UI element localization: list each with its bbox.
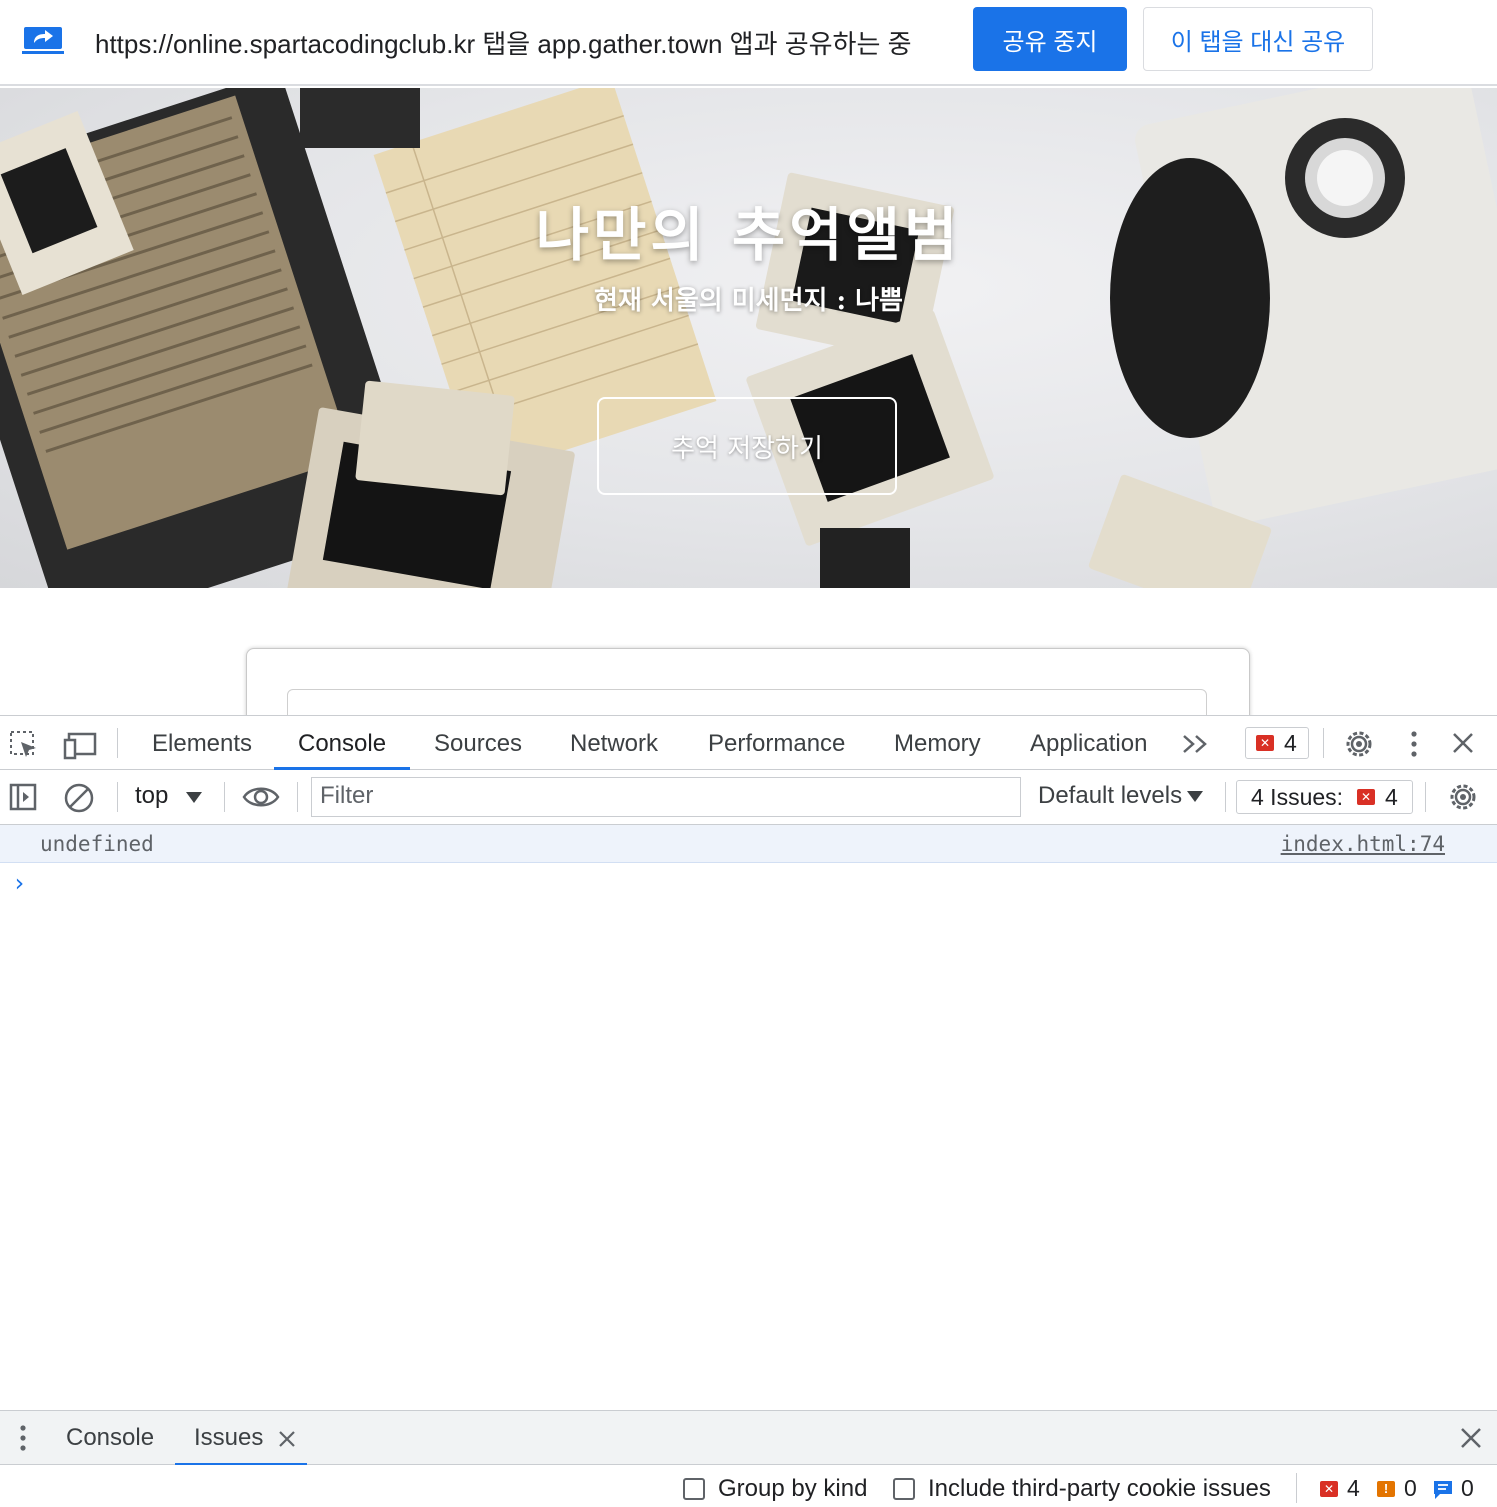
info-message-icon — [1434, 1481, 1452, 1499]
share-screen-icon — [22, 27, 64, 54]
error-count: 4 — [1284, 729, 1297, 756]
warning-icon: ! — [1377, 1481, 1395, 1497]
error-icon: ✕ — [1320, 1481, 1338, 1497]
hero-title: 나만의 추억앨범 — [535, 201, 962, 269]
tab-console[interactable]: Console — [273, 716, 411, 770]
tab-network[interactable]: Network — [570, 716, 658, 770]
context-dropdown-arrow-icon[interactable] — [186, 792, 202, 804]
source-link[interactable]: index.html:74 — [1281, 832, 1445, 856]
toolbar-divider — [297, 782, 298, 812]
drawer-tabbar: Console Issues — [0, 1410, 1497, 1466]
filter-field[interactable] — [311, 777, 1021, 817]
sharing-message: https://online.spartacodingclub.kr 탭을 ap… — [95, 29, 912, 59]
issues-count-button[interactable]: 4 Issues: ✕ 4 — [1236, 780, 1413, 814]
console-settings-gear-icon[interactable] — [1447, 781, 1479, 813]
close-devtools-icon[interactable] — [1452, 732, 1474, 754]
close-drawer-icon[interactable] — [1460, 1427, 1482, 1449]
third-party-cookie-label: Include third-party cookie issues — [928, 1475, 1271, 1502]
device-toolbar-icon[interactable] — [63, 730, 97, 760]
error-icon: ✕ — [1256, 735, 1274, 751]
levels-dropdown-arrow-icon[interactable] — [1187, 791, 1203, 803]
devtools-panel: Elements Console Sources Network Perform… — [0, 715, 1497, 1507]
more-options-kebab-icon[interactable] — [1408, 730, 1420, 758]
toolbar-divider — [224, 782, 225, 812]
share-this-tab-instead-button[interactable]: 이 탭을 대신 공유 — [1143, 7, 1373, 71]
hero-banner: 나만의 추억앨범 현재 서울의 미세먼지 : 나쁨 추억 저장하기 — [0, 88, 1497, 588]
toolbar-divider — [117, 782, 118, 812]
stop-sharing-button[interactable]: 공유 중지 — [973, 7, 1127, 71]
form-input-area[interactable] — [287, 689, 1207, 715]
console-prompt-icon[interactable]: › — [12, 869, 26, 897]
context-selector[interactable]: top — [135, 782, 168, 810]
tab-sources[interactable]: Sources — [434, 716, 522, 770]
clear-console-icon[interactable] — [63, 782, 95, 814]
toolbar-divider — [117, 728, 118, 758]
console-toolbar: top Default levels 4 Issues: ✕ 4 — [0, 770, 1497, 825]
drawer-tab-issues[interactable]: Issues — [174, 1411, 308, 1466]
close-issues-tab-icon[interactable] — [278, 1430, 296, 1448]
web-page-viewport: 나만의 추억앨범 현재 서울의 미세먼지 : 나쁨 추억 저장하기 — [0, 88, 1497, 715]
third-party-cookie-checkbox[interactable] — [893, 1478, 915, 1500]
toolbar-divider — [1425, 782, 1426, 812]
drawer-tab-console[interactable]: Console — [66, 1411, 154, 1465]
toolbar-divider — [1323, 728, 1324, 758]
console-output: undefined index.html:74 › — [0, 825, 1497, 1410]
group-by-kind-label: Group by kind — [718, 1475, 868, 1502]
drawer-menu-kebab-icon[interactable] — [17, 1424, 29, 1452]
issues-toolbar: Group by kind Include third-party cookie… — [0, 1465, 1497, 1507]
settings-gear-icon[interactable] — [1343, 728, 1375, 760]
warning-issue-count: 0 — [1404, 1475, 1417, 1501]
log-levels-dropdown[interactable]: Default levels — [1038, 782, 1182, 810]
group-by-kind-checkbox[interactable] — [683, 1478, 705, 1500]
sidebar-toggle-icon[interactable] — [9, 783, 37, 811]
inspect-element-icon[interactable] — [9, 730, 39, 760]
more-tabs-chevron-icon[interactable] — [1182, 734, 1210, 754]
error-issue-count: 4 — [1347, 1475, 1360, 1501]
issues-count: 4 — [1385, 783, 1398, 810]
tab-sharing-bar: https://online.spartacodingclub.kr 탭을 ap… — [0, 0, 1497, 86]
save-memory-button[interactable]: 추억 저장하기 — [597, 397, 897, 495]
tab-performance[interactable]: Performance — [708, 716, 845, 770]
toolbar-divider — [1296, 1473, 1297, 1503]
tab-memory[interactable]: Memory — [894, 716, 981, 770]
toolbar-divider — [1225, 782, 1226, 812]
tab-application[interactable]: Application — [1030, 716, 1147, 770]
info-issue-count: 0 — [1461, 1475, 1474, 1501]
live-expression-eye-icon[interactable] — [242, 784, 280, 810]
dust-status-text: 현재 서울의 미세먼지 : 나쁨 — [594, 286, 903, 316]
memory-form-card — [246, 648, 1250, 715]
error-icon: ✕ — [1357, 789, 1376, 805]
tab-elements[interactable]: Elements — [152, 716, 252, 770]
issues-label: 4 Issues: — [1251, 783, 1344, 810]
filter-input[interactable] — [312, 778, 1018, 814]
console-message-row: undefined index.html:74 — [0, 825, 1497, 863]
console-message-text: undefined — [40, 832, 154, 856]
error-count-badge[interactable]: ✕ 4 — [1245, 727, 1309, 759]
devtools-tabbar: Elements Console Sources Network Perform… — [0, 716, 1497, 770]
hero-background-photo — [0, 88, 1497, 588]
